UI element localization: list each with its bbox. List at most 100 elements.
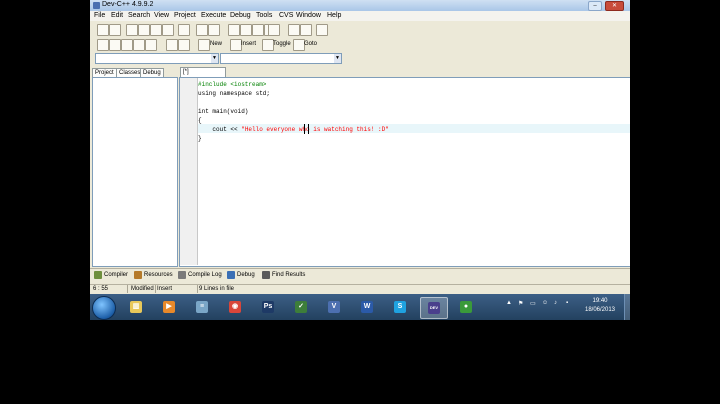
taskbar-app-button[interactable]: ●	[453, 297, 479, 317]
tab-compiler[interactable]: Compiler	[104, 270, 128, 280]
code-line[interactable]: }	[198, 135, 202, 142]
taskbar-app-button[interactable]: ◉	[222, 297, 248, 317]
network-icon[interactable]: ▪	[566, 300, 568, 306]
menu-cvs[interactable]: CVS	[279, 12, 293, 19]
compile-icon[interactable]	[97, 39, 109, 51]
modified-status: Modified	[128, 285, 156, 293]
xbox-icon: ●	[460, 301, 472, 313]
taskbar-app-button[interactable]: DEV	[420, 297, 448, 319]
project-panel[interactable]	[92, 77, 178, 267]
class-browser-icon[interactable]	[109, 24, 121, 36]
class-combo[interactable]: ▼	[95, 53, 219, 64]
start-button[interactable]	[92, 296, 116, 320]
taskbar-app-button[interactable]: ▥	[123, 297, 149, 317]
close-file-icon[interactable]	[162, 24, 174, 36]
add-to-project-icon[interactable]	[268, 24, 280, 36]
debug-icon	[227, 271, 235, 279]
replace-icon[interactable]	[240, 24, 252, 36]
menu-help[interactable]: Help	[327, 12, 341, 19]
taskbar-app-button[interactable]: V	[321, 297, 347, 317]
menu-search[interactable]: Search	[128, 12, 150, 19]
resources-icon	[134, 271, 142, 279]
windows-explorer-icon: ▥	[130, 301, 142, 313]
code-line[interactable]: int main(void)	[198, 108, 248, 115]
goto-label[interactable]: Goto	[304, 41, 317, 47]
compile-log-icon	[178, 271, 186, 279]
new-label[interactable]: New	[210, 41, 222, 47]
skype-icon: S	[394, 301, 406, 313]
clock-date: 18/06/2013	[584, 307, 616, 313]
tab-debug-bottom[interactable]: Debug	[237, 270, 255, 280]
undo-icon[interactable]	[196, 24, 208, 36]
taskbar-app-button[interactable]: Ps	[255, 297, 281, 317]
menu-window[interactable]: Window	[296, 12, 321, 19]
remove-from-project-icon[interactable]	[288, 24, 300, 36]
notepad-icon: ≡	[196, 301, 208, 313]
stop-icon[interactable]	[316, 24, 328, 36]
window-title: Dev-C++ 4.9.9.2	[102, 1, 154, 8]
menu-execute[interactable]: Execute	[201, 12, 226, 19]
taskbar-app-button[interactable]: ▶	[156, 297, 182, 317]
save-all-icon[interactable]	[150, 24, 162, 36]
monitor-icon[interactable]: ▭	[530, 300, 536, 307]
help-icon[interactable]	[166, 39, 178, 51]
tab-resources[interactable]: Resources	[144, 270, 173, 280]
run-icon[interactable]	[109, 39, 121, 51]
menu-bar: File Edit Search View Project Execute De…	[90, 11, 630, 21]
show-desktop-button[interactable]	[624, 294, 630, 320]
new-icon[interactable]	[198, 39, 210, 51]
minimize-button[interactable]: –	[588, 1, 602, 11]
save-icon[interactable]	[138, 24, 150, 36]
taskbar-app-button[interactable]: ✓	[288, 297, 314, 317]
text-cursor-icon	[304, 124, 309, 134]
check-syntax-icon[interactable]	[145, 39, 157, 51]
code-line-active[interactable]: cout << "Hello everyone who is watching …	[198, 126, 389, 133]
tray-chevron-icon[interactable]: ▲	[506, 300, 512, 306]
print-icon[interactable]	[178, 24, 190, 36]
chevron-down-icon[interactable]: ▼	[334, 54, 341, 63]
chevron-down-icon[interactable]: ▼	[211, 54, 218, 63]
find-next-icon[interactable]	[252, 24, 264, 36]
taskbar-app-button[interactable]: ≡	[189, 297, 215, 317]
find-icon[interactable]	[228, 24, 240, 36]
word-icon: W	[361, 301, 373, 313]
skype-tray-icon[interactable]: ☺	[542, 300, 548, 306]
find-results-icon	[262, 271, 270, 279]
menu-project[interactable]: Project	[174, 12, 196, 19]
compile-run-icon[interactable]	[121, 39, 133, 51]
code-line[interactable]: #include <iostream>	[198, 81, 266, 88]
toggle-label[interactable]: Toggle	[273, 41, 291, 47]
redo-icon[interactable]	[208, 24, 220, 36]
taskbar-app-button[interactable]: S	[387, 297, 413, 317]
clock[interactable]: 19:40 18/06/2013	[580, 297, 620, 315]
code-editor[interactable]	[179, 77, 630, 267]
code-statement: cout <<	[198, 126, 242, 133]
menu-debug[interactable]: Debug	[230, 12, 251, 19]
insert-label[interactable]: Insert	[241, 41, 256, 47]
open-project-icon[interactable]	[97, 24, 109, 36]
chrome-icon: ◉	[229, 301, 241, 313]
tab-find-results[interactable]: Find Results	[272, 270, 305, 280]
menu-tools[interactable]: Tools	[256, 12, 272, 19]
flag-icon[interactable]: ⚑	[518, 300, 523, 307]
back-icon[interactable]	[300, 24, 312, 36]
devcpp-icon: DEV	[428, 302, 440, 314]
volume-icon[interactable]: ♪	[554, 300, 557, 306]
menu-view[interactable]: View	[154, 12, 169, 19]
menu-file[interactable]: File	[94, 12, 105, 19]
new-file-icon[interactable]	[126, 24, 138, 36]
menu-edit[interactable]: Edit	[111, 12, 123, 19]
tab-compile-log[interactable]: Compile Log	[188, 270, 222, 280]
code-string: "Hello everyone who is watching this! :D…	[241, 126, 389, 133]
excel-icon: ✓	[295, 301, 307, 313]
about-icon[interactable]	[178, 39, 190, 51]
close-button[interactable]: ✕	[605, 1, 624, 11]
code-line[interactable]: {	[198, 117, 202, 124]
rebuild-icon[interactable]	[133, 39, 145, 51]
code-line[interactable]: using namespace std;	[198, 90, 270, 97]
compiler-icon	[94, 271, 102, 279]
line-count: 9 Lines in file	[199, 286, 235, 292]
taskbar-app-button[interactable]: W	[354, 297, 380, 317]
member-combo[interactable]: ▼	[220, 53, 342, 64]
media-player-icon: ▶	[163, 301, 175, 313]
